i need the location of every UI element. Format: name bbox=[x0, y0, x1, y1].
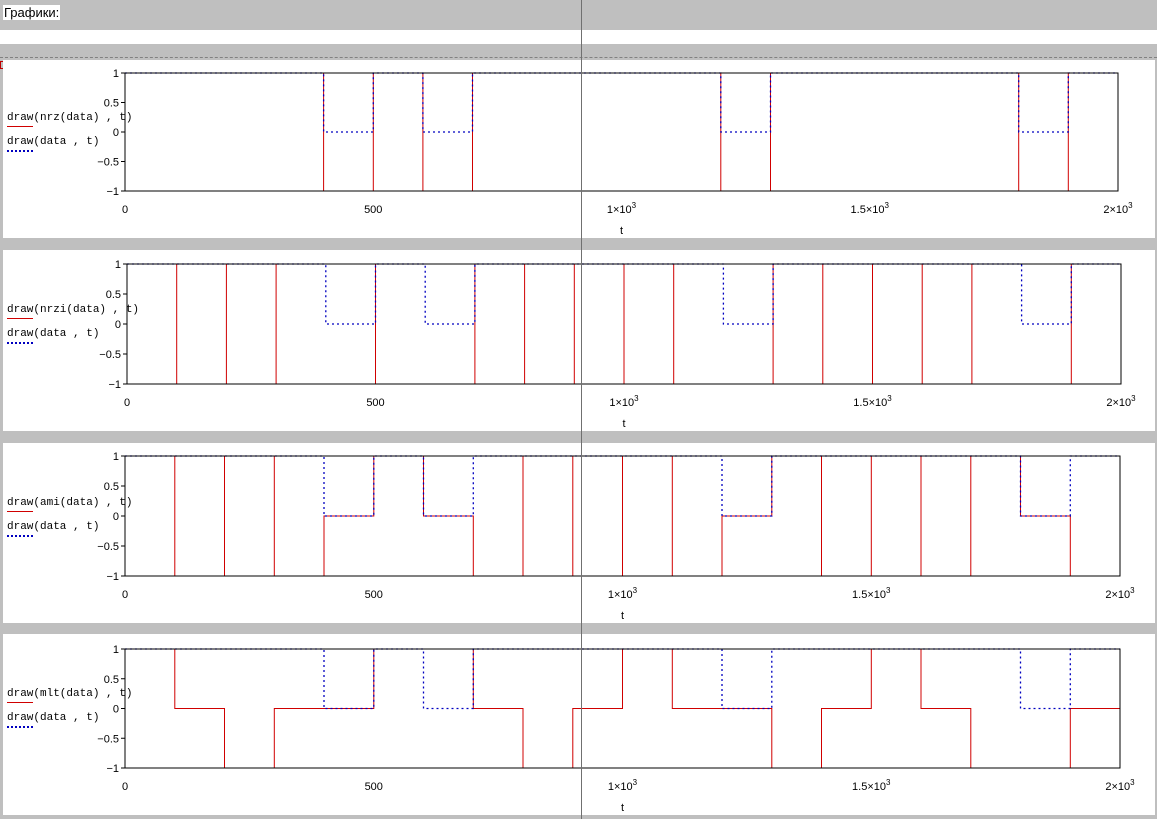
x-tick-label: 500 bbox=[365, 589, 383, 601]
x-tick-label: 1×103 bbox=[608, 586, 638, 601]
plot-panel-ami[interactable]: draw(ami(data) , t) draw(data , t) 1 0.5 0… bbox=[3, 443, 1155, 623]
x-tick-label: 1×103 bbox=[607, 201, 637, 216]
x-tick-label: 500 bbox=[365, 781, 383, 793]
x-tick-label: 1×103 bbox=[609, 394, 639, 409]
y-tick-label: −1 bbox=[106, 763, 119, 775]
x-axis-label: t bbox=[622, 418, 625, 430]
plot-panel-nrz[interactable]: draw(nrz(data) , t) draw(data , t) 1 0.5 0… bbox=[3, 60, 1155, 238]
x-tick-exponent: 3 bbox=[1130, 778, 1135, 787]
y-tick-label: −0.5 bbox=[99, 349, 121, 361]
worksheet-region-bar bbox=[0, 30, 1157, 69]
x-tick-label: 0 bbox=[122, 204, 128, 216]
x-tick-exponent: 3 bbox=[633, 778, 638, 787]
y-tick-label: 1 bbox=[113, 644, 119, 656]
x-tick-label: 1.5×103 bbox=[852, 778, 891, 793]
y-tick-label: −1 bbox=[106, 186, 119, 198]
y-tick-label: 0.5 bbox=[106, 289, 121, 301]
worksheet-title: Графики: bbox=[3, 5, 61, 20]
worksheet-header: Графики: bbox=[0, 0, 1157, 30]
plot-ami: 10.50−0.5−10 500 1×103 1.5×103 2×103t bbox=[97, 451, 1135, 622]
series-line-encoded bbox=[125, 455, 1120, 577]
y-tick-label: 0 bbox=[115, 319, 121, 331]
plot-panel-nrzi[interactable]: draw(nrzi(data) , t) draw(data , t) 1 0.5… bbox=[3, 250, 1155, 431]
x-axis-label: t bbox=[621, 610, 624, 622]
y-tick-label: −1 bbox=[106, 571, 119, 583]
x-tick-label: 2×103 bbox=[1106, 394, 1136, 409]
y-tick-label: 0.5 bbox=[104, 481, 119, 493]
plot-panel-mlt[interactable]: draw(mlt(data) , t) draw(data , t) 1 0.5 0… bbox=[3, 634, 1155, 815]
vertical-cursor-line[interactable] bbox=[581, 0, 582, 819]
plot-frame bbox=[124, 72, 1119, 192]
x-axis-label: t bbox=[621, 802, 624, 814]
x-tick-exponent: 3 bbox=[1128, 201, 1133, 210]
x-tick-label: 1.5×103 bbox=[853, 394, 892, 409]
x-tick-exponent: 3 bbox=[1130, 586, 1135, 595]
series-line-encoded bbox=[127, 263, 1121, 385]
x-tick-label: 500 bbox=[366, 397, 384, 409]
x-tick-exponent: 3 bbox=[633, 586, 638, 595]
x-tick-exponent: 3 bbox=[886, 586, 891, 595]
y-tick-label: −0.5 bbox=[97, 733, 119, 745]
x-tick-label: 0 bbox=[122, 589, 128, 601]
x-tick-exponent: 3 bbox=[632, 201, 637, 210]
x-tick-label: 2×103 bbox=[1105, 586, 1135, 601]
plot-nrz: 10.50−0.5−10 500 1×103 1.5×103 2×103t bbox=[97, 68, 1133, 237]
plot-nrzi: 10.50−0.5−10 500 1×103 1.5×103 2×103t bbox=[99, 259, 1136, 430]
y-tick-label: 0 bbox=[113, 127, 119, 139]
series-line-encoded bbox=[125, 648, 1120, 769]
y-tick-label: 0 bbox=[113, 704, 119, 716]
x-tick-label: 1.5×103 bbox=[851, 201, 890, 216]
x-tick-exponent: 3 bbox=[886, 778, 891, 787]
x-axis-label: t bbox=[620, 225, 623, 237]
y-tick-label: −1 bbox=[108, 379, 121, 391]
series-line-encoded bbox=[125, 72, 1118, 192]
page-break-line bbox=[0, 57, 1157, 58]
x-tick-label: 2×103 bbox=[1103, 201, 1133, 216]
y-tick-label: 0 bbox=[113, 511, 119, 523]
y-tick-label: 1 bbox=[113, 68, 119, 80]
x-tick-label: 1×103 bbox=[608, 778, 638, 793]
x-tick-exponent: 3 bbox=[885, 201, 890, 210]
x-tick-label: 2×103 bbox=[1105, 778, 1135, 793]
y-tick-label: 0.5 bbox=[104, 98, 119, 110]
x-tick-label: 1.5×103 bbox=[852, 586, 891, 601]
y-tick-label: −0.5 bbox=[97, 541, 119, 553]
x-tick-exponent: 3 bbox=[634, 394, 639, 403]
x-tick-label: 500 bbox=[364, 204, 382, 216]
x-tick-label: 0 bbox=[122, 781, 128, 793]
y-tick-label: 1 bbox=[113, 451, 119, 463]
y-tick-label: 0.5 bbox=[104, 674, 119, 686]
y-tick-label: −0.5 bbox=[97, 157, 119, 169]
x-tick-exponent: 3 bbox=[887, 394, 892, 403]
plot-mlt: 10.50−0.5−10 500 1×103 1.5×103 2×103t bbox=[97, 644, 1135, 814]
y-tick-label: 1 bbox=[115, 259, 121, 271]
x-tick-label: 0 bbox=[124, 397, 130, 409]
x-tick-exponent: 3 bbox=[1131, 394, 1136, 403]
series-line-data bbox=[125, 72, 1118, 133]
